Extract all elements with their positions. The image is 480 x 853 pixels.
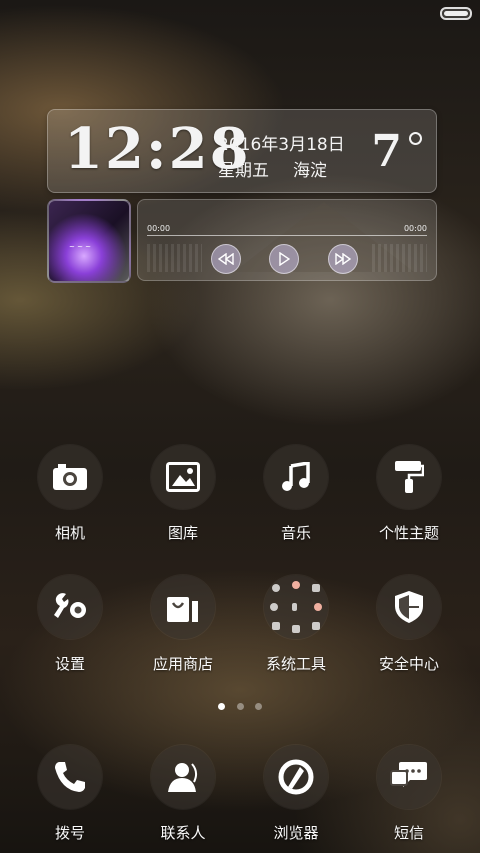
clock-weekday: 星期五 (218, 161, 269, 181)
shield-icon (395, 591, 423, 623)
weather-temperature: 7 (371, 126, 402, 177)
play-button[interactable] (269, 244, 299, 274)
paint-roller-icon (395, 461, 424, 493)
fast-forward-button[interactable] (328, 244, 358, 274)
music-note-icon (282, 462, 310, 491)
camera-app[interactable] (38, 445, 102, 509)
settings-app[interactable] (38, 575, 102, 639)
camera-icon (53, 464, 87, 490)
clock-weather-widget[interactable]: 12:28 2016年3月18日 星期五 海淀 7 (47, 109, 437, 193)
folder-icon (270, 581, 322, 633)
music-app[interactable] (264, 445, 328, 509)
clock-date: 2016年3月18日 (218, 135, 345, 155)
app-store-app[interactable] (151, 575, 215, 639)
app-label-gallery: 图库 (167, 524, 198, 542)
phone-icon (55, 762, 85, 792)
app-label-themes: 个性主题 (378, 524, 439, 542)
album-art[interactable]: ~ ~ ~ (47, 199, 131, 283)
shopping-bag-icon (167, 597, 198, 622)
system-tools-folder[interactable] (264, 575, 328, 639)
music-player-widget[interactable]: 00:00 00:00 (137, 199, 437, 281)
messaging-app[interactable] (377, 745, 441, 809)
app-label-browser: 浏览器 (273, 824, 319, 842)
gallery-app[interactable] (151, 445, 215, 509)
page-indicator-2[interactable] (237, 703, 244, 710)
app-label-security: 安全中心 (378, 655, 439, 673)
fast-forward-icon (335, 253, 351, 265)
message-icon (390, 762, 427, 787)
album-art-image: ~ ~ ~ (69, 243, 92, 251)
equalizer-right-decoration (372, 244, 427, 272)
app-label-app-store: 应用商店 (152, 655, 213, 673)
app-label-music: 音乐 (280, 524, 311, 542)
contacts-app[interactable] (151, 745, 215, 809)
app-label-settings: 设置 (54, 655, 85, 673)
music-total-time: 00:00 (403, 224, 427, 233)
gallery-icon (166, 462, 200, 492)
music-progress-bar[interactable] (147, 235, 427, 236)
wrench-gear-icon (54, 593, 86, 618)
browser-icon (278, 759, 314, 795)
rewind-button[interactable] (211, 244, 241, 274)
themes-app[interactable] (377, 445, 441, 509)
music-current-time: 00:00 (147, 224, 171, 233)
app-label-dialer: 拨号 (54, 824, 85, 842)
security-app[interactable] (377, 575, 441, 639)
app-label-messaging: 短信 (393, 824, 424, 842)
contacts-icon (168, 763, 198, 792)
app-label-camera: 相机 (54, 524, 85, 542)
app-label-contacts: 联系人 (160, 824, 206, 842)
battery-indicator (440, 7, 472, 20)
page-indicator-1[interactable] (218, 703, 225, 710)
app-label-system-tools: 系统工具 (265, 655, 326, 673)
weather-location: 海淀 (293, 161, 327, 181)
equalizer-left-decoration (147, 244, 202, 272)
degree-icon (409, 132, 422, 145)
page-indicator-3[interactable] (255, 703, 262, 710)
dialer-app[interactable] (38, 745, 102, 809)
browser-app[interactable] (264, 745, 328, 809)
rewind-icon (218, 253, 234, 265)
play-icon (279, 252, 290, 266)
